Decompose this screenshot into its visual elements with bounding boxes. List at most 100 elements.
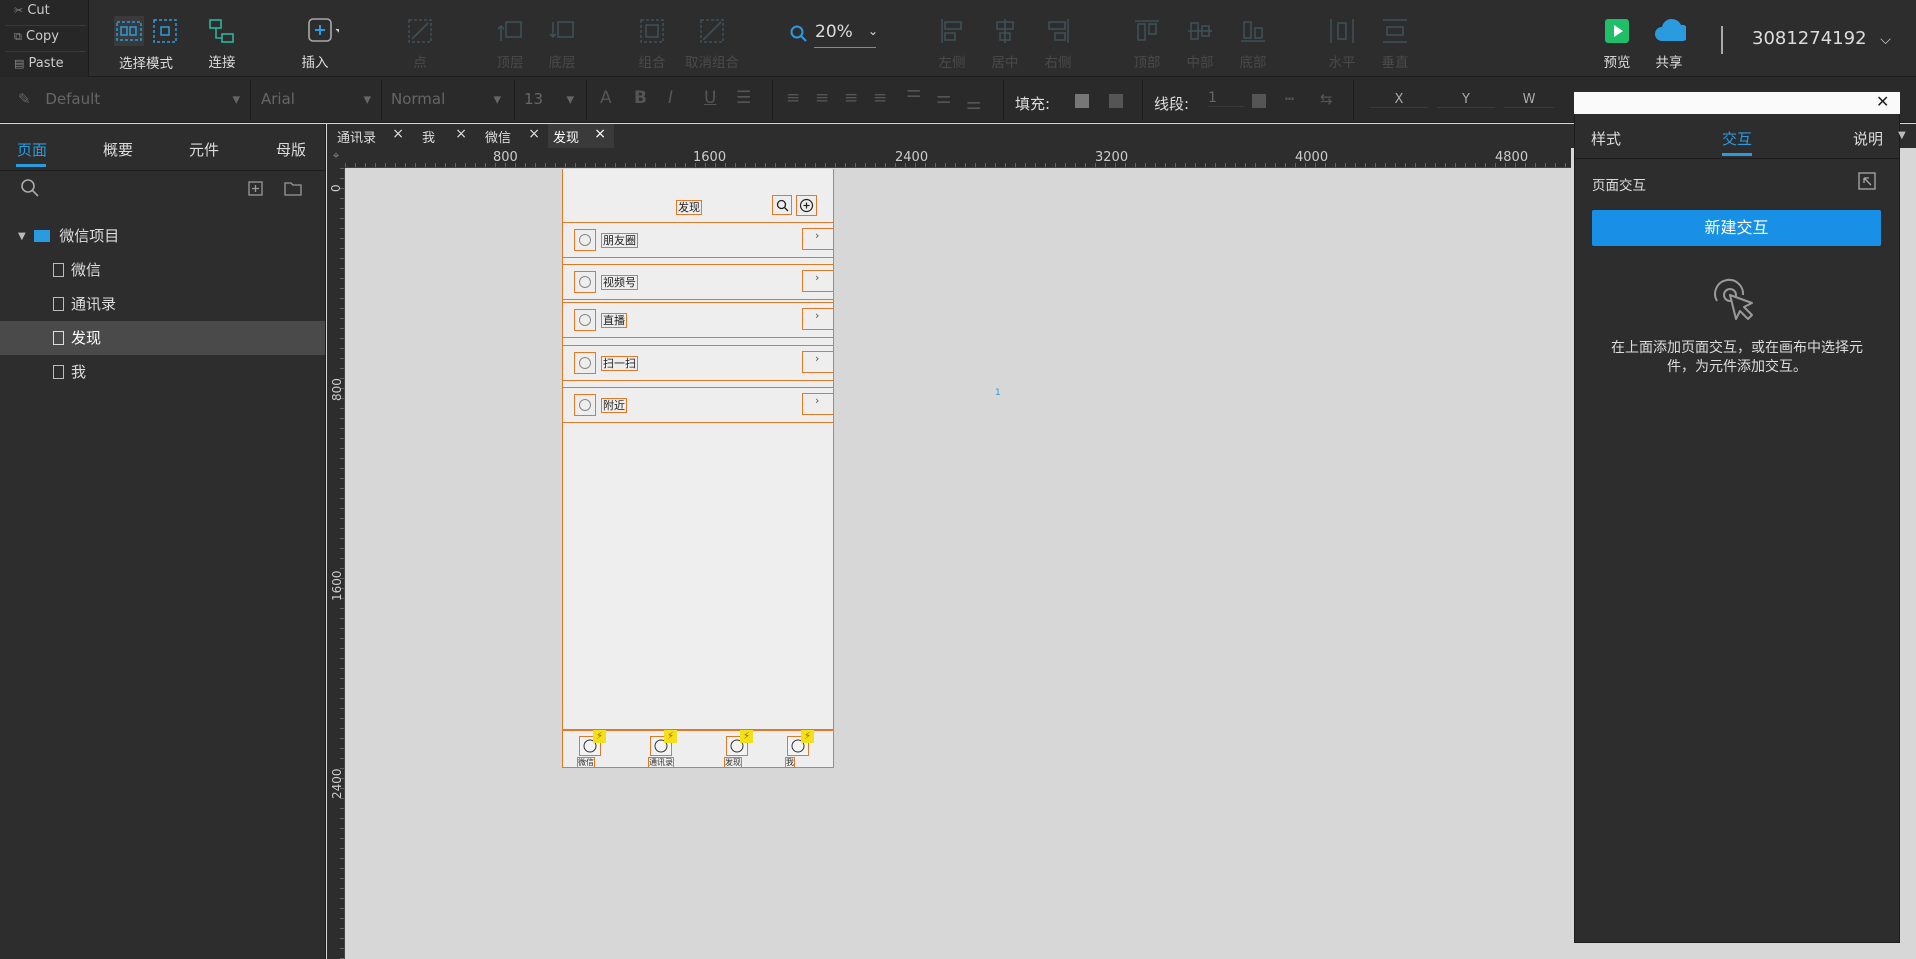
line-pattern-icon[interactable]: ┅ [1285, 90, 1294, 108]
doc-tab-active[interactable]: 发现 × [548, 124, 614, 148]
valign-top-icon[interactable]: ⚌ [906, 82, 921, 102]
bullet-list-icon[interactable]: ☰ [736, 88, 751, 108]
select-intersect-icon[interactable] [114, 16, 144, 46]
weight-select[interactable]: Normal ▾ [391, 90, 501, 108]
discover-list-item[interactable]: 附近 › [562, 387, 834, 423]
italic-icon[interactable]: I [668, 88, 673, 108]
phone-frame[interactable] [562, 169, 834, 768]
valign-bottom-icon[interactable]: ⚌ [966, 94, 981, 114]
chevron-down-icon[interactable]: ▼ [1898, 130, 1906, 141]
close-icon[interactable]: × [392, 126, 404, 142]
user-menu[interactable]: 3081274192 ⌵ [1752, 28, 1891, 49]
x-field[interactable]: X [1370, 92, 1428, 108]
tree-item-page[interactable]: 我 [53, 361, 86, 382]
bold-icon[interactable]: B [634, 88, 647, 108]
tab-masters[interactable]: 母版 [276, 139, 306, 160]
phone-tabbar-item[interactable]: ⚡ 微信 [577, 730, 607, 768]
tab-widgets[interactable]: 元件 [189, 139, 219, 160]
close-panel-icon[interactable]: ✕ [1876, 92, 1889, 111]
font-select[interactable]: Arial ▾ [261, 90, 371, 108]
cloud-icon [1652, 14, 1686, 48]
fill-shadow-swatch[interactable] [1109, 94, 1123, 108]
tree-item-page[interactable]: 发现 [53, 327, 101, 348]
valign-middle-icon[interactable]: ⚌ [936, 88, 951, 108]
ruler-label: 800 [330, 378, 344, 401]
bottom-layer-button[interactable]: 底层 [530, 14, 594, 71]
tree-item-page[interactable]: 通讯录 [53, 293, 116, 314]
add-circle-icon[interactable] [796, 195, 817, 216]
ungroup-button[interactable]: 取消组合 [680, 14, 744, 71]
text-align-left-icon[interactable]: ≡ [786, 88, 800, 108]
list-item-label: 朋友圈 [601, 233, 638, 248]
font-color-icon[interactable]: A [600, 88, 612, 108]
share-button[interactable]: 共享 [1637, 14, 1701, 71]
align-right-button[interactable]: 右侧 [1026, 14, 1090, 71]
connect-button[interactable]: 连接 [190, 14, 254, 71]
w-field[interactable]: W [1504, 92, 1554, 108]
group-label: 组合 [638, 55, 666, 71]
folder-icon [34, 230, 51, 242]
paste-button[interactable]: ▤ Paste [14, 56, 64, 71]
lightning-badge-icon: ⚡ [801, 730, 814, 743]
doc-tab[interactable]: 我 × [412, 124, 475, 148]
zoom-value: 20% [815, 22, 853, 42]
select-contain-icon[interactable] [152, 16, 178, 46]
text-align-center-icon[interactable]: ≡ [815, 88, 829, 108]
point-button[interactable]: 点 [388, 14, 452, 71]
discover-list-item[interactable]: 视频号 › [562, 264, 834, 300]
line-arrow-icon[interactable]: ⇆ [1320, 90, 1333, 108]
w-label: W [1522, 92, 1536, 107]
fill-color-swatch[interactable] [1075, 94, 1089, 108]
zoom-control[interactable]: 20% ⌄ [790, 22, 882, 48]
search-icon[interactable] [772, 195, 792, 215]
align-left-icon [935, 14, 969, 48]
phone-tabbar-item[interactable]: ⚡ 我 [785, 730, 815, 768]
line-width-input[interactable]: 1 [1208, 90, 1244, 107]
underline-icon[interactable]: U [704, 88, 716, 108]
horizontal-ruler [345, 148, 1571, 168]
search-icon[interactable] [20, 178, 40, 202]
distribute-v-button[interactable]: 垂直 [1363, 14, 1427, 71]
doc-tab[interactable]: 微信 × [475, 124, 548, 148]
group-button[interactable]: 组合 [620, 14, 684, 71]
paste-label: Paste [28, 56, 64, 71]
tab-pages[interactable]: 页面 [17, 139, 47, 160]
panel-tab-notes[interactable]: 说明 [1853, 128, 1883, 149]
discover-list-item[interactable]: 扫一扫 › [562, 345, 834, 381]
panel-tab-style[interactable]: 样式 [1591, 128, 1621, 149]
style-select[interactable]: ✎ Default ▾ [18, 90, 240, 112]
tab-outline[interactable]: 概要 [103, 139, 133, 160]
close-icon[interactable]: × [455, 126, 467, 142]
discover-list-item[interactable]: 直播 › [562, 302, 834, 338]
select-mode-button[interactable]: 选择模式 [114, 14, 178, 72]
collapse-icon[interactable] [1858, 172, 1876, 194]
tab-outline-label: 概要 [103, 141, 134, 159]
align-bottom-button[interactable]: 底部 [1221, 14, 1285, 71]
tab-label: 我 [785, 757, 795, 768]
new-interaction-button[interactable]: 新建交互 [1592, 210, 1881, 246]
close-icon[interactable]: × [594, 126, 606, 142]
discover-list-item[interactable]: 朋友圈 › [562, 222, 834, 258]
doc-tab[interactable]: 通讯录 × [327, 124, 412, 148]
tree-item-page[interactable]: 微信 [53, 259, 101, 280]
panel-tab-interaction[interactable]: 交互 [1722, 128, 1752, 149]
font-value: Arial [261, 90, 295, 108]
list-item-label: 附近 [601, 398, 627, 413]
tree-item-label: 微信 [71, 261, 102, 279]
y-field[interactable]: Y [1437, 92, 1495, 108]
text-align-right-icon[interactable]: ≡ [844, 88, 858, 108]
canvas[interactable] [346, 169, 1571, 959]
add-folder-icon[interactable] [284, 181, 302, 200]
add-page-icon[interactable] [248, 181, 263, 200]
phone-tabbar-item[interactable]: ⚡ 发现 [724, 730, 754, 768]
phone-tabbar-item[interactable]: ⚡ 通讯录 [648, 730, 678, 768]
tree-root[interactable]: ▼ 微信项目 [18, 225, 119, 245]
chevron-right-icon: › [802, 270, 834, 292]
cut-button[interactable]: ✂ Cut [14, 3, 50, 18]
close-icon[interactable]: × [528, 126, 540, 142]
copy-button[interactable]: ⧉ Copy [14, 29, 59, 44]
insert-button[interactable]: 插入 [290, 14, 354, 71]
text-justify-icon[interactable]: ≡ [873, 88, 887, 108]
line-color-swatch[interactable] [1252, 94, 1266, 108]
size-select[interactable]: 13 ▾ [524, 90, 574, 108]
